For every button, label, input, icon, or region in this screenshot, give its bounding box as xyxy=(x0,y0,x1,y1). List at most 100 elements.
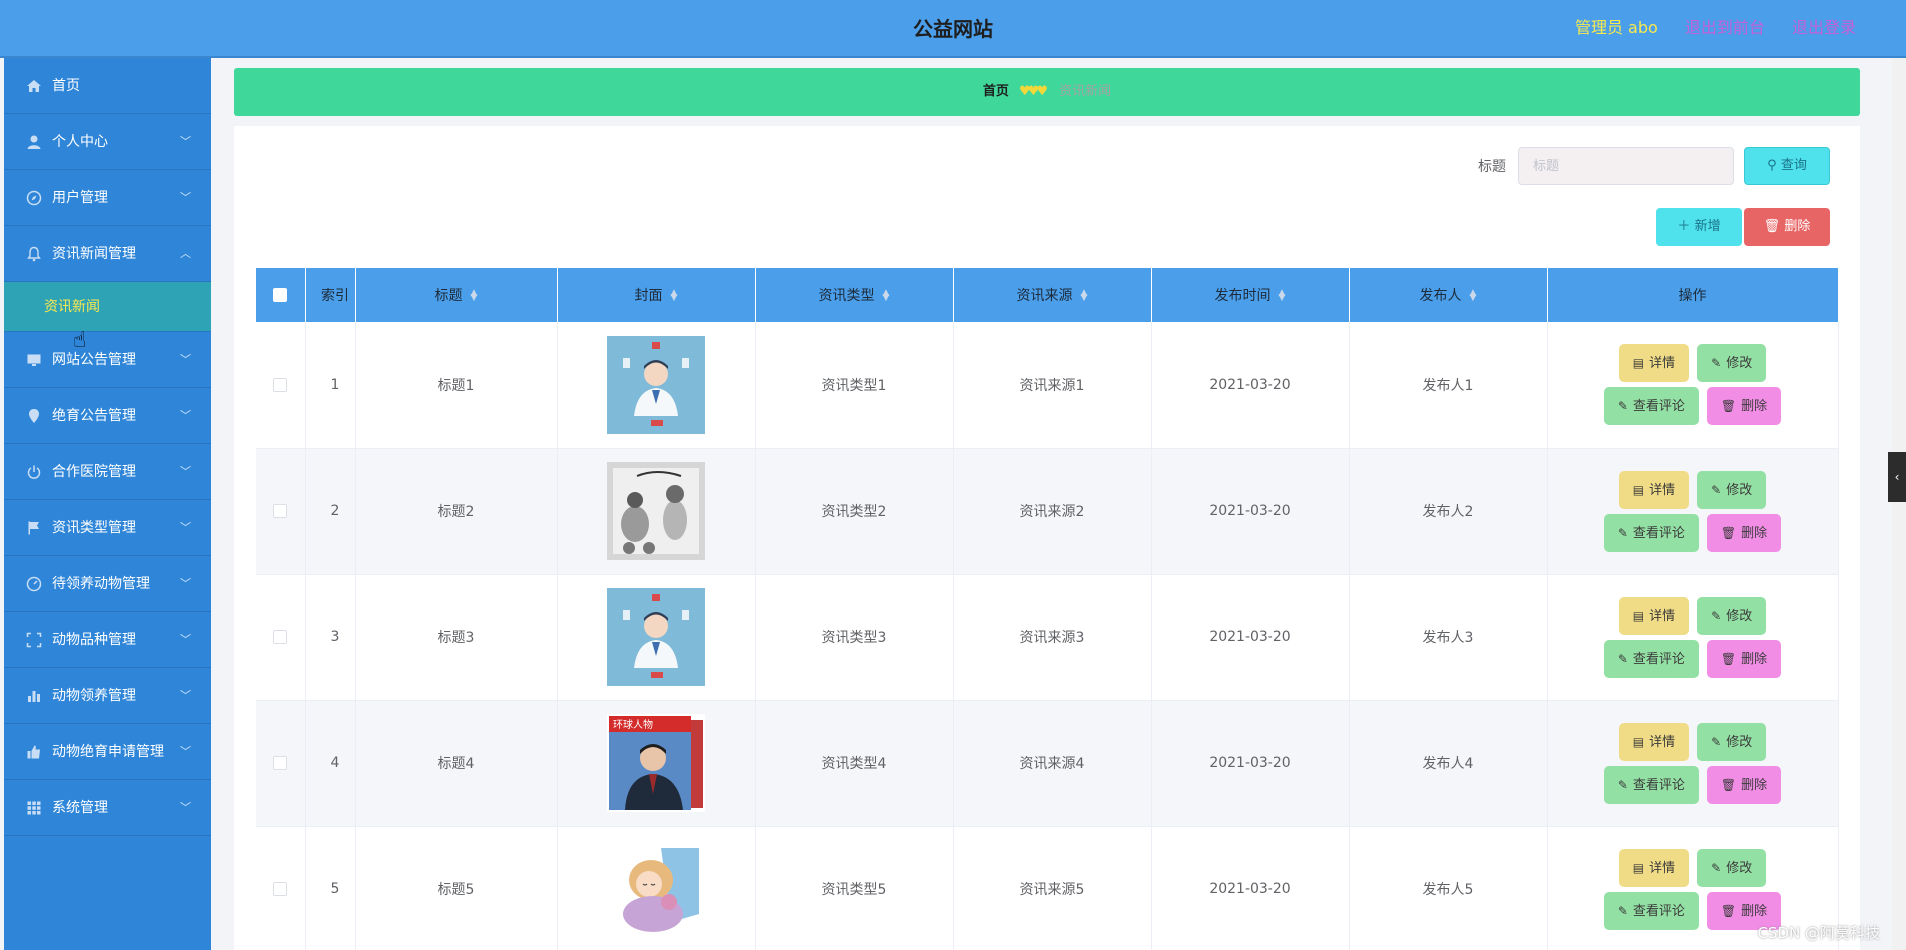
delete-label: 删除 xyxy=(1741,399,1768,415)
breadcrumb-home[interactable]: 首页 xyxy=(983,84,1009,99)
column-header-cover[interactable]: 封面 ▲ ▼ xyxy=(557,268,756,322)
content-panel: 标题 ⚲ 查询 ＋ 新增 🗑 删除 索引 标题 ▲▼ 封面 ▲▼ 资讯类型 ▲▼ 资讯… xyxy=(234,126,1860,950)
news-table: 索引 标题 ▲ ▼ 封面 ▲ ▼ 资讯类型 ▲ ▼ 资讯来源 ▲ ▼ 发布时间 ▲ ▼ 发布人 ▲ ▼ … xyxy=(256,268,1839,950)
column-header-time[interactable]: 发布时间 ▲ ▼ xyxy=(1151,268,1350,322)
chevron-down-icon: ﹀ xyxy=(180,801,191,814)
sidebar-item-news-type-management[interactable]: 资讯类型管理 ﹀ xyxy=(4,500,211,556)
query-button[interactable]: ⚲ 查询 xyxy=(1744,147,1830,185)
sidebar-item-animal-adoption-management[interactable]: 动物领养管理 ﹀ xyxy=(4,668,211,724)
table-row: 3 标题3 资讯类型3 资讯来源3 2021-03-20 发布人3 ▤ 详情 ✎… xyxy=(256,574,1839,701)
bar-chart-icon xyxy=(26,688,42,704)
column-header-actions: 操作 xyxy=(1547,268,1839,322)
actions-cell: ▤ 详情 ✎ 修改 ✎ 查看评论 🗑 删除 xyxy=(1547,574,1839,701)
sidebar-item-partner-hospital-management[interactable]: 合作医院管理 ﹀ xyxy=(4,444,211,500)
detail-button[interactable]: ▤ 详情 xyxy=(1618,596,1690,635)
compass-icon xyxy=(26,190,42,206)
sort-icon[interactable]: ▲ ▼ xyxy=(1470,289,1477,303)
view-comments-button[interactable]: ✎ 查看评论 xyxy=(1603,387,1699,426)
cover-image-magazine[interactable]: 环球人物 xyxy=(607,714,705,812)
column-header-publisher[interactable]: 发布人 ▲ ▼ xyxy=(1349,268,1548,322)
row-checkbox[interactable] xyxy=(273,377,288,392)
pencil-icon: ✎ xyxy=(1617,399,1628,414)
sidebar-item-sterilization-application-management[interactable]: 动物绝育申请管理 ﹀ xyxy=(4,724,211,780)
sidebar-item-label: 个人中心 xyxy=(52,134,108,150)
sidebar-item-user-management[interactable]: 用户管理 ﹀ xyxy=(4,170,211,226)
cover-cell xyxy=(557,574,756,701)
edit-button[interactable]: ✎ 修改 xyxy=(1697,596,1767,635)
sort-icon[interactable]: ▲ ▼ xyxy=(883,289,890,303)
sidebar-item-label: 待领养动物管理 xyxy=(52,576,150,592)
trash-icon: 🗑 xyxy=(1720,399,1737,414)
time-cell: 2021-03-20 xyxy=(1151,448,1350,575)
user-icon xyxy=(26,134,42,150)
sidebar-item-animal-breed-management[interactable]: 动物品种管理 ﹀ xyxy=(4,612,211,668)
sidebar-item-home[interactable]: 首页 xyxy=(4,58,211,114)
row-checkbox[interactable] xyxy=(273,504,288,518)
cover-image-sketch[interactable] xyxy=(607,462,705,560)
add-button[interactable]: ＋ 新增 xyxy=(1656,208,1742,246)
sidebar-item-adoptable-animals-management[interactable]: 待领养动物管理 ﹀ xyxy=(4,556,211,612)
vertical-scrollbar[interactable] xyxy=(1892,58,1906,950)
edit-button[interactable]: ✎ 修改 xyxy=(1697,470,1767,509)
row-checkbox[interactable] xyxy=(273,630,288,644)
sort-icon[interactable]: ▲ ▼ xyxy=(471,289,478,303)
row-select-cell xyxy=(256,700,306,827)
document-icon: ▤ xyxy=(1632,860,1645,875)
detail-button[interactable]: ▤ 详情 xyxy=(1618,848,1690,887)
cover-image-doctor[interactable] xyxy=(607,335,705,434)
edit-button[interactable]: ✎ 修改 xyxy=(1697,344,1767,383)
view-comments-label: 查看评论 xyxy=(1632,777,1685,793)
column-header-source[interactable]: 资讯来源 ▲ ▼ xyxy=(953,268,1152,322)
sidebar-subitem-news[interactable]: 资讯新闻 xyxy=(4,282,211,332)
actions-cell: ▤ 详情 ✎ 修改 ✎ 查看评论 🗑 删除 xyxy=(1547,448,1839,575)
column-header-title[interactable]: 标题 ▲ ▼ xyxy=(355,268,558,322)
column-header-type[interactable]: 资讯类型 ▲ ▼ xyxy=(755,268,954,322)
select-all-checkbox[interactable] xyxy=(273,288,288,302)
type-cell: 资讯类型1 xyxy=(755,322,954,449)
pencil-icon: ✎ xyxy=(1617,525,1628,540)
bell-icon xyxy=(26,246,42,262)
exit-to-front-link[interactable]: 退出到前台 xyxy=(1685,18,1765,37)
sidebar-item-site-notice-management[interactable]: 网站公告管理 ﹀ xyxy=(4,332,211,388)
detail-button[interactable]: ▤ 详情 xyxy=(1618,722,1690,761)
delete-button[interactable]: 🗑 删除 xyxy=(1706,387,1782,426)
sort-icon[interactable]: ▲ ▼ xyxy=(671,289,678,303)
select-all-header xyxy=(256,268,306,322)
view-comments-button[interactable]: ✎ 查看评论 xyxy=(1603,513,1699,552)
home-icon xyxy=(26,78,42,94)
delete-button[interactable]: 🗑 删除 xyxy=(1706,639,1782,678)
view-comments-button[interactable]: ✎ 查看评论 xyxy=(1603,891,1699,930)
detail-button[interactable]: ▤ 详情 xyxy=(1618,470,1690,509)
row-select-cell xyxy=(256,448,306,575)
sidebar-item-sterilization-notice-management[interactable]: 绝育公告管理 ﹀ xyxy=(4,388,211,444)
sidebar-item-label: 系统管理 xyxy=(52,800,108,816)
batch-delete-button[interactable]: 🗑 删除 xyxy=(1744,208,1830,246)
sort-icon[interactable]: ▲ ▼ xyxy=(1279,289,1286,303)
add-button-label: 新增 xyxy=(1694,219,1721,234)
title-search-input[interactable] xyxy=(1518,147,1734,185)
detail-label: 详情 xyxy=(1649,482,1676,498)
grid-icon xyxy=(26,800,42,816)
sidebar-item-personal-center[interactable]: 个人中心 ﹀ xyxy=(4,114,211,170)
sidebar-item-news-management[interactable]: 资讯新闻管理 ︿ xyxy=(4,226,211,282)
logout-link[interactable]: 退出登录 xyxy=(1792,18,1856,37)
document-icon: ▤ xyxy=(1632,608,1645,623)
plus-icon: ＋ xyxy=(1677,219,1691,234)
detail-button[interactable]: ▤ 详情 xyxy=(1618,344,1690,383)
cover-image-sleeping-child[interactable] xyxy=(607,840,705,938)
delete-label: 删除 xyxy=(1741,525,1768,541)
delete-button[interactable]: 🗑 删除 xyxy=(1706,765,1782,804)
source-cell: 资讯来源4 xyxy=(953,700,1152,827)
sidebar-item-label: 动物领养管理 xyxy=(52,688,136,704)
edit-button[interactable]: ✎ 修改 xyxy=(1697,722,1767,761)
view-comments-button[interactable]: ✎ 查看评论 xyxy=(1603,639,1699,678)
row-checkbox[interactable] xyxy=(273,756,288,770)
view-comments-button[interactable]: ✎ 查看评论 xyxy=(1603,765,1699,804)
delete-button[interactable]: 🗑 删除 xyxy=(1706,513,1782,552)
cover-image-doctor[interactable] xyxy=(607,588,705,686)
collapse-panel-tab[interactable]: ‹ xyxy=(1888,452,1906,502)
edit-button[interactable]: ✎ 修改 xyxy=(1697,848,1767,887)
row-checkbox[interactable] xyxy=(273,882,288,896)
sort-icon[interactable]: ▲ ▼ xyxy=(1081,289,1088,303)
sidebar-item-system-management[interactable]: 系统管理 ﹀ xyxy=(4,780,211,836)
